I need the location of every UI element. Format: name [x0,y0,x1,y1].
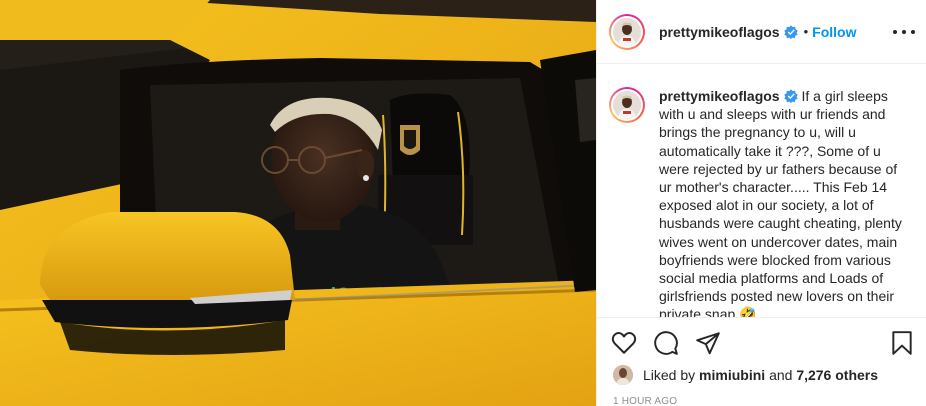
liked-by-user-link[interactable]: mimiubini [699,367,765,383]
liker-avatar[interactable] [613,365,633,385]
post-header: prettymikeoflagos • Follow [597,0,926,64]
post-timestamp[interactable]: 1 HOUR AGO [613,396,677,406]
liked-by-and: and [769,367,793,383]
action-icons [611,330,721,356]
post-actions: Liked by mimiubini and 7,276 others 1 HO… [597,317,926,406]
caption-body: If a girl sleeps with u and sleeps with … [659,88,902,317]
caption-verified-badge-icon [783,89,798,103]
post-photo[interactable]: ared? [0,0,596,406]
follow-button[interactable]: Follow [812,24,856,40]
caption-avatar-image [613,91,641,119]
liked-by-prefix: Liked by [643,367,696,383]
more-options-icon[interactable] [893,22,915,42]
avatar-image [613,17,641,46]
paper-plane-icon[interactable] [695,330,721,356]
caption-username[interactable]: prettymikeoflagos [659,88,780,104]
comment-icon[interactable] [653,330,679,356]
avatar[interactable] [609,13,645,50]
likes-summary: Liked by mimiubini and 7,276 others [613,365,878,385]
others-count-link[interactable]: 7,276 others [796,367,878,383]
bookmark-icon[interactable] [889,330,915,356]
caption-text: prettymikeoflagos If a girl sleeps with … [659,87,913,317]
heart-icon[interactable] [611,330,637,356]
post-side-panel: prettymikeoflagos • Follow prettymikeofl… [596,0,926,406]
post-photo-image: ared? [0,0,596,406]
verified-badge-icon [783,24,798,39]
header-separator: • [803,24,809,39]
caption-avatar[interactable] [609,87,645,123]
header-username[interactable]: prettymikeoflagos [659,24,780,40]
caption-area: prettymikeoflagos If a girl sleeps with … [597,65,926,317]
